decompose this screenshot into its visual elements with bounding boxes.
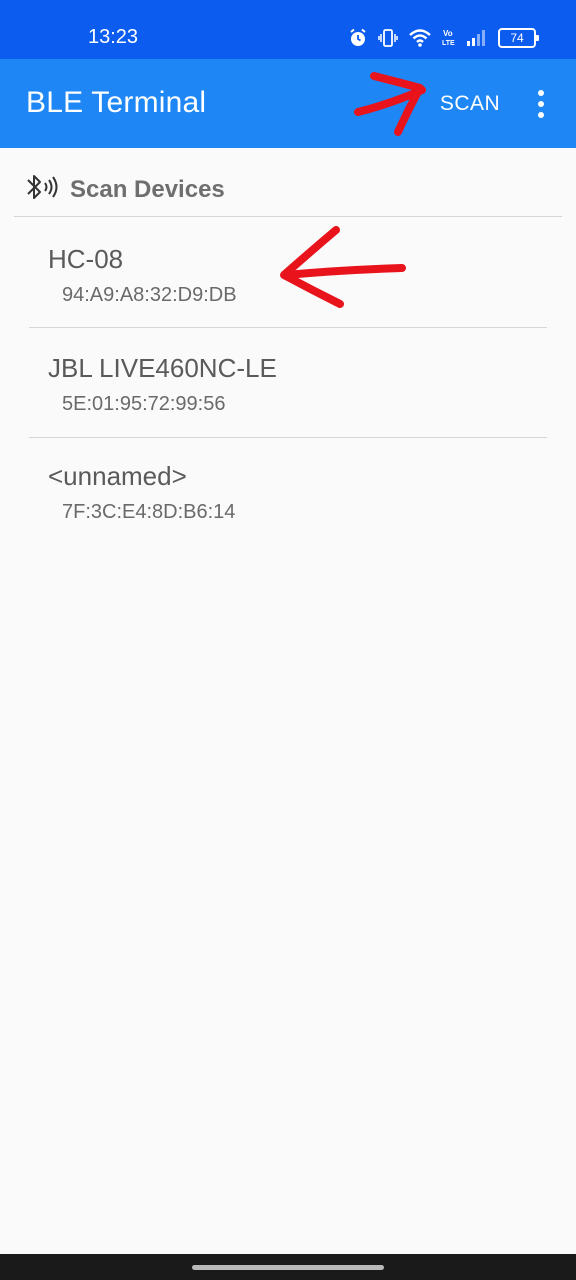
status-bar: 13:23 Vo LTE 74 [0,0,576,59]
device-address: 94:A9:A8:32:D9:DB [62,284,237,306]
section-title: Scan Devices [70,176,225,203]
device-name: HC-08 [48,244,124,274]
scan-button[interactable]: SCAN [432,81,508,127]
list-divider [29,327,547,328]
app-bar: BLE Terminal SCAN [0,59,576,148]
alarm-icon [348,28,368,48]
bluetooth-scan-icon [22,170,60,211]
signal-icon [466,29,488,47]
device-name: <unnamed> [48,461,187,491]
volte-icon: Vo LTE [442,28,456,48]
wifi-icon [408,28,432,48]
device-address: 7F:3C:E4:8D:B6:14 [62,501,236,523]
device-name: JBL LIVE460NC-LE [48,353,277,383]
device-item[interactable]: HC-08 94:A9:A8:32:D9:DB [0,222,576,330]
device-item[interactable]: <unnamed> 7F:3C:E4:8D:B6:14 [0,441,576,549]
device-item[interactable]: JBL LIVE460NC-LE 5E:01:95:72:99:56 [0,331,576,439]
svg-text:LTE: LTE [442,40,455,47]
status-icons: Vo LTE 74 [348,26,539,50]
more-vert-icon[interactable] [522,81,560,127]
navigation-bar [0,1254,576,1280]
home-gesture-handle[interactable] [192,1265,384,1270]
svg-text:Vo: Vo [443,29,453,38]
app-title: BLE Terminal [26,86,207,119]
section-header: Scan Devices [22,168,225,212]
status-time: 13:23 [88,26,139,48]
list-divider [29,437,547,438]
device-address: 5E:01:95:72:99:56 [62,393,226,415]
section-divider [14,216,562,217]
vibrate-icon [378,28,398,48]
battery-icon: 74 [498,28,539,48]
